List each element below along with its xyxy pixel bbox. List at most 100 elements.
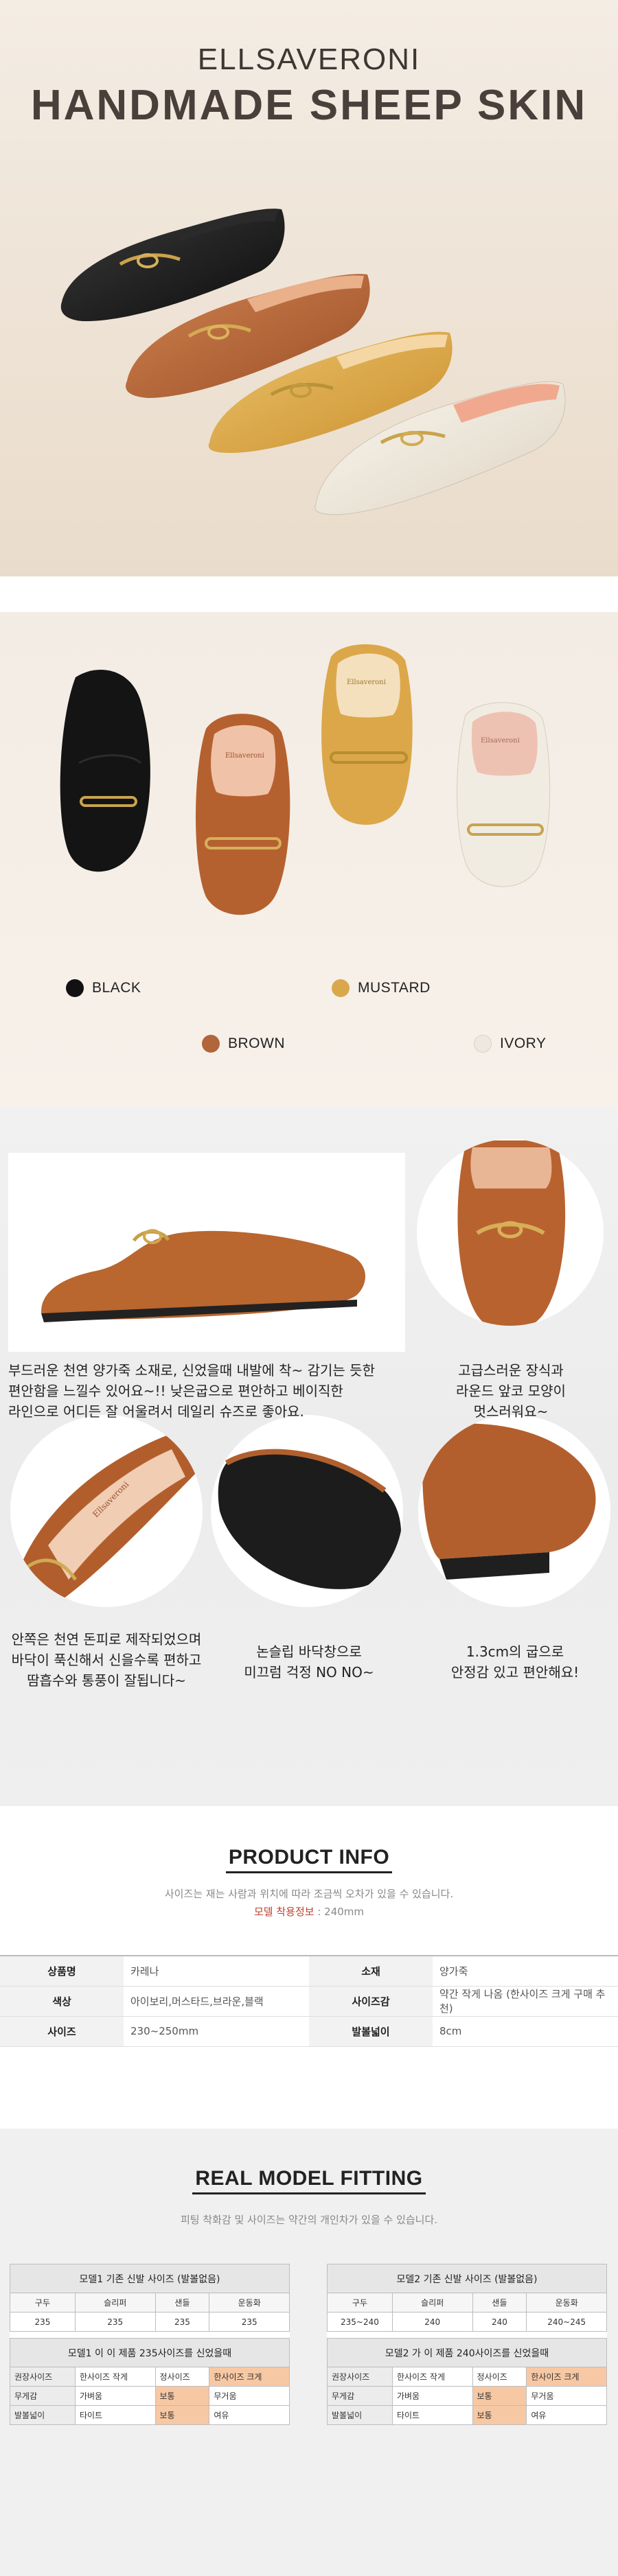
section-gap — [0, 576, 618, 612]
insole-closeup-photo: Ellsaveroni — [10, 1415, 203, 1607]
table-row: 색상 아이보리,머스타드,브라운,블랙 사이즈감 약간 작게 나옴 (한사이즈 … — [0, 1986, 618, 2017]
product-detail-page: ELLSAVERONI HANDMADE SHEEP SKIN Ellsaver… — [0, 0, 618, 2576]
detail-caption-sole: 논슬립 바닥창으로 미끄럼 걱정 NO NO~ — [244, 1643, 374, 1681]
fit-option: 무거움 — [209, 2386, 290, 2406]
model1-size: 235 — [10, 2312, 76, 2332]
model-fitting-section: REAL MODEL FITTING 피팅 착화감 및 사이즈는 약간의 개인차… — [0, 2129, 618, 2576]
model-wear-info: 모델 착용정보 : 240mm — [0, 1904, 618, 1919]
info-value: 카레나 — [124, 1955, 309, 1987]
svg-text:Ellsaveroni: Ellsaveroni — [481, 737, 520, 745]
model2-size: 240 — [472, 2312, 527, 2332]
fit-option: 여유 — [526, 2405, 607, 2425]
model1-size: 235 — [154, 2312, 210, 2332]
color-dot-ivory — [474, 1035, 492, 1053]
detail-caption-ornament: 고급스러운 장식과 라운드 앞코 모양이 멋스러워요~ — [456, 1362, 566, 1420]
model2-fitting-table: 모델2 기존 신발 사이즈 (발볼없음) 구두 슬리퍼 샌들 운동화 235~2… — [327, 2264, 607, 2425]
color-label-black: BLACK — [92, 980, 141, 996]
info-value: 8cm — [433, 2016, 618, 2047]
color-shoes-topview: Ellsaveroni Ellsaveroni Ellsaveroni — [60, 644, 551, 915]
info-value: 아이보리,머스타드,브라운,블랙 — [124, 1986, 309, 2017]
model2-size: 235~240 — [327, 2312, 393, 2332]
table-row: 사이즈 230~250mm 발볼넓이 8cm — [0, 2016, 618, 2047]
fit-option: 가벼움 — [391, 2386, 473, 2406]
info-value: 양가죽 — [433, 1955, 618, 1987]
fit-option: 정사이즈 — [472, 2367, 527, 2387]
heel-closeup-photo — [418, 1415, 610, 1607]
black-shoe-topview — [60, 670, 150, 872]
row-label-size: 권장사이즈 — [10, 2367, 76, 2387]
model2-size: 240 — [391, 2312, 473, 2332]
color-label-brown: BROWN — [228, 1035, 285, 1051]
side-view-photo — [8, 1153, 405, 1352]
table-row: 상품명 카레나 소재 양가죽 — [0, 1955, 618, 1987]
fit-option: 한사이즈 작게 — [391, 2367, 473, 2387]
model1-size: 235 — [209, 2312, 290, 2332]
color-variants-section: Ellsaveroni Ellsaveroni Ellsaveroni BLAC… — [0, 612, 618, 1106]
header-slipper: 슬리퍼 — [391, 2293, 473, 2312]
info-key: 소재 — [309, 1955, 433, 1987]
color-dot-brown — [202, 1035, 220, 1053]
model-wear-label: 모델 착용정보 — [253, 1906, 314, 1918]
swatch-black: BLACK — [66, 979, 141, 997]
model1-size-title: 모델1 기존 신발 사이즈 (발볼없음) — [10, 2264, 290, 2293]
header-sandal: 샌들 — [154, 2293, 210, 2312]
brown-shoe-topview: Ellsaveroni — [196, 714, 290, 915]
row-label-weight: 무게감 — [10, 2386, 76, 2406]
model2-size-title: 모델2 기존 신발 사이즈 (발볼없음) — [327, 2264, 607, 2293]
model1-fitting-table: 모델1 기존 신발 사이즈 (발볼없음) 구두 슬리퍼 샌들 운동화 235 2… — [10, 2264, 290, 2425]
fit-option: 무거움 — [526, 2386, 607, 2406]
color-label-ivory: IVORY — [500, 1035, 547, 1051]
fit-option-selected: 보통 — [154, 2405, 210, 2425]
color-label-mustard: MUSTARD — [358, 980, 431, 996]
product-info-title: PRODUCT INFO — [0, 1846, 618, 1873]
info-key: 사이즈 — [0, 2016, 124, 2047]
header-sneaker: 운동화 — [526, 2293, 607, 2312]
svg-text:Ellsaveroni: Ellsaveroni — [225, 752, 264, 760]
detail-caption-insole: 안쪽은 천연 돈피로 제작되었으며 바닥이 푹신해서 신을수록 편하고 땀흡수와… — [11, 1631, 202, 1689]
swatch-brown: BROWN — [202, 1035, 285, 1053]
detail-section: Ellsaveroni 부드러운 천연 양가죽 소재로, 신었을때 내발에 착~… — [0, 1106, 618, 1806]
toe-closeup-photo — [417, 1139, 604, 1326]
product-info-table: 상품명 카레나 소재 양가죽 색상 아이보리,머스타드,브라운,블랙 사이즈감 … — [0, 1955, 618, 2047]
detail-photos: Ellsaveroni — [8, 1139, 610, 1607]
fit-option-selected: 보통 — [154, 2386, 210, 2406]
fit-option-selected: 한사이즈 크게 — [209, 2367, 290, 2387]
fit-option: 가벼움 — [74, 2386, 156, 2406]
ivory-shoe-topview: Ellsaveroni — [457, 702, 551, 887]
header-shoes: 구두 — [327, 2293, 393, 2312]
model-fitting-title: REAL MODEL FITTING — [0, 2167, 618, 2194]
fit-option-selected: 보통 — [472, 2386, 527, 2406]
info-value: 230~250mm — [124, 2016, 309, 2047]
header-shoes: 구두 — [10, 2293, 76, 2312]
model-wear-value: : 240mm — [314, 1906, 365, 1918]
sole-closeup-photo — [211, 1415, 403, 1607]
fit-option-selected: 보통 — [472, 2405, 527, 2425]
svg-text:Ellsaveroni: Ellsaveroni — [347, 679, 386, 686]
info-key: 발볼넓이 — [309, 2016, 433, 2047]
header-sneaker: 운동화 — [209, 2293, 290, 2312]
info-value: 약간 작게 나옴 (한사이즈 크게 구매 추천) — [433, 1986, 618, 2017]
model2-size: 240~245 — [526, 2312, 607, 2332]
color-dot-black — [66, 979, 84, 997]
color-dot-mustard — [332, 979, 350, 997]
row-label-width: 발볼넓이 — [327, 2405, 393, 2425]
model2-fit-title: 모델2 가 이 제품 240사이즈를 신었을때 — [327, 2338, 607, 2367]
detail-caption-heel: 1.3cm의 굽으로 안정감 있고 편안해요! — [450, 1643, 580, 1681]
hero-shoes-illustration — [60, 209, 566, 515]
header-slipper: 슬리퍼 — [74, 2293, 156, 2312]
header-sandal: 샌들 — [472, 2293, 527, 2312]
row-label-weight: 무게감 — [327, 2386, 393, 2406]
row-label-width: 발볼넓이 — [10, 2405, 76, 2425]
info-key: 색상 — [0, 1986, 124, 2017]
model1-size: 235 — [74, 2312, 156, 2332]
detail-caption-leather: 부드러운 천연 양가죽 소재로, 신었을때 내발에 착~ 감기는 듯한 편안함을… — [8, 1362, 375, 1420]
fit-option: 한사이즈 작게 — [74, 2367, 156, 2387]
model1-fit-title: 모델1 이 이 제품 235사이즈를 신었을때 — [10, 2338, 290, 2367]
info-key: 상품명 — [0, 1955, 124, 1987]
row-label-size: 권장사이즈 — [327, 2367, 393, 2387]
fit-option: 타이트 — [391, 2405, 473, 2425]
fit-option: 정사이즈 — [154, 2367, 210, 2387]
info-key: 사이즈감 — [309, 1986, 433, 2017]
swatch-mustard: MUSTARD — [332, 979, 431, 997]
hero-section: ELLSAVERONI HANDMADE SHEEP SKIN — [0, 0, 618, 576]
